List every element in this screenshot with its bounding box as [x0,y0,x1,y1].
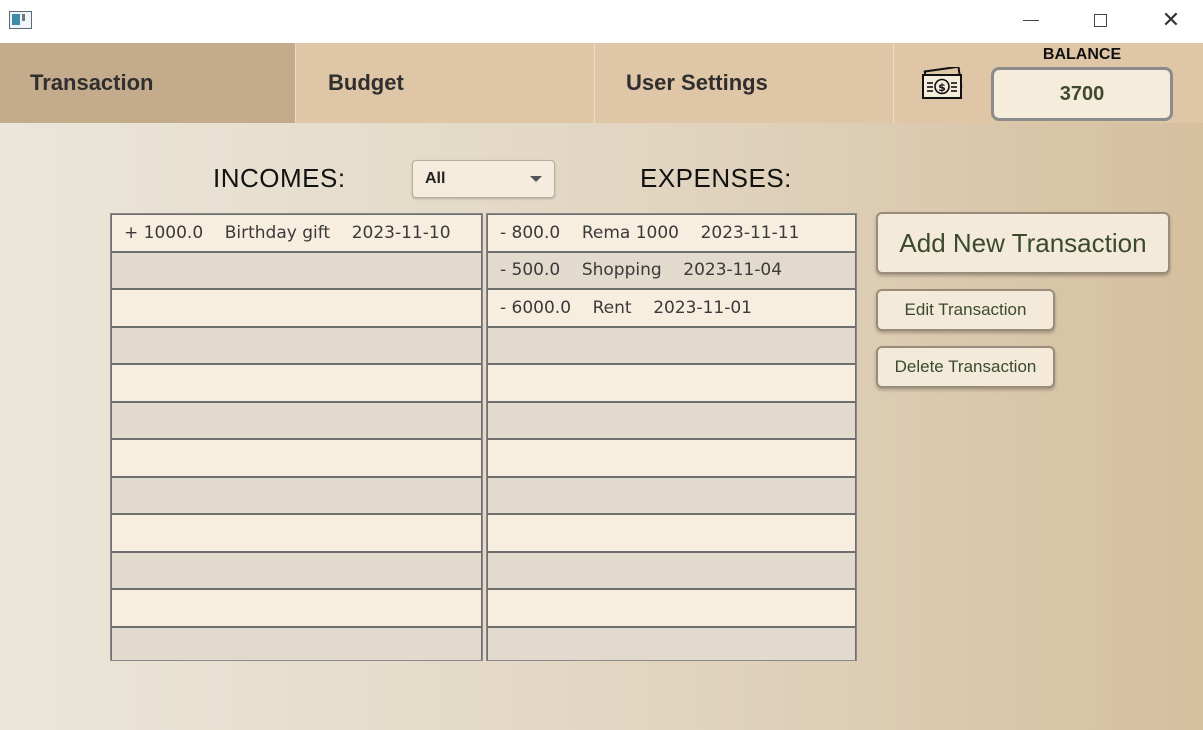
expenses-heading: EXPENSES: [640,163,792,193]
list-item[interactable] [111,551,482,589]
list-item[interactable] [111,364,482,402]
expenses-list[interactable]: - 800.0 Rema 1000 2023-11-11 - 500.0 Sho… [486,213,857,661]
balance-value: 3700 [991,67,1173,121]
list-item[interactable] [487,401,856,439]
app-icon [9,11,32,29]
list-item[interactable] [487,551,856,589]
list-item[interactable]: - 800.0 Rema 1000 2023-11-11 [487,214,856,252]
edit-transaction-button[interactable]: Edit Transaction [876,289,1055,331]
filter-value: All [425,170,446,187]
add-transaction-button[interactable]: Add New Transaction [876,212,1170,274]
tab-user-settings[interactable]: User Settings [595,43,894,123]
list-item[interactable] [111,251,482,289]
list-item[interactable] [487,326,856,364]
delete-transaction-button[interactable]: Delete Transaction [876,346,1055,388]
list-item[interactable] [487,439,856,477]
list-item[interactable] [487,364,856,402]
transaction-panel: INCOMES: All EXPENSES: + 1000.0 Birthday… [0,123,1203,730]
title-bar: ✕ [0,0,1203,43]
minimize-icon[interactable] [1008,0,1054,40]
list-item[interactable] [487,589,856,627]
list-item[interactable] [487,476,856,514]
balance-label: BALANCE [1042,46,1122,63]
chevron-down-icon [530,176,542,182]
maximize-icon[interactable] [1077,0,1123,40]
list-item[interactable]: + 1000.0 Birthday gift 2023-11-10 [111,214,482,252]
list-item[interactable] [111,589,482,627]
list-item[interactable] [111,326,482,364]
list-item[interactable] [111,626,482,660]
tab-budget[interactable]: Budget [296,43,595,123]
list-item[interactable] [111,289,482,327]
money-bill-icon: $ [922,67,963,99]
incomes-list[interactable]: + 1000.0 Birthday gift 2023-11-10 [110,213,483,661]
list-item[interactable] [111,439,482,477]
list-item[interactable] [111,514,482,552]
list-item[interactable] [487,514,856,552]
close-icon[interactable]: ✕ [1148,0,1194,40]
list-item[interactable] [487,626,856,660]
list-item[interactable]: - 500.0 Shopping 2023-11-04 [487,251,856,289]
list-item[interactable] [111,476,482,514]
list-item[interactable]: - 6000.0 Rent 2023-11-01 [487,289,856,327]
tab-transaction[interactable]: Transaction [0,43,296,123]
incomes-heading: INCOMES: [213,163,346,193]
transaction-filter-select[interactable]: All [412,160,555,198]
list-item[interactable] [111,401,482,439]
svg-text:$: $ [938,81,946,94]
nav-bar: Transaction Budget User Settings $ BALAN… [0,43,1203,123]
